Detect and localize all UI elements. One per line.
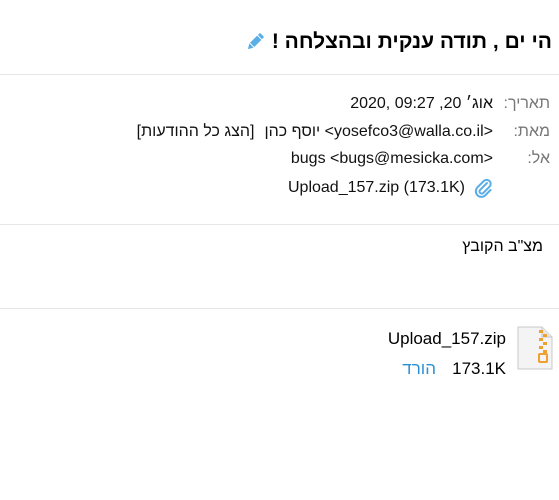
email-subject-header: הי ים , תודה ענקית ובהצלחה ! — [244, 24, 552, 60]
date-value: 2020, אוג׳ 20, 09:27 — [350, 95, 493, 112]
sender-address: יוסף כהן <yosefco3@walla.co.il> — [264, 123, 493, 140]
header-divider — [0, 74, 559, 75]
date-row: תאריך: 2020, אוג׳ 20, 09:27 — [0, 93, 559, 115]
attachment-summary-text: Upload_157.zip (173.1K) — [287, 179, 465, 196]
date-label: תאריך: — [503, 95, 550, 112]
to-value: bugs <bugs@mesicka.com> — [290, 150, 493, 167]
to-label: אל: — [527, 150, 550, 167]
email-body-text: מצ"ב הקובץ — [462, 238, 543, 255]
download-link[interactable]: הורד — [402, 359, 436, 379]
attachment-summary-row: Upload_157.zip (173.1K) — [0, 177, 559, 199]
zip-file-icon[interactable] — [517, 326, 553, 370]
body-divider — [0, 308, 559, 309]
email-subject: הי ים , תודה ענקית ובהצלחה ! — [271, 30, 552, 53]
from-label: מאת: — [513, 123, 550, 140]
show-all-messages-link[interactable]: [הצג כל ההודעות] — [137, 121, 255, 143]
from-value: יוסף כהן <yosefco3@walla.co.il> [הצג כל … — [137, 121, 493, 143]
pencil-edit-icon[interactable] — [244, 31, 266, 53]
paperclip-icon — [473, 177, 493, 199]
attachment-size: 173.1K — [452, 359, 506, 378]
from-row: מאת: יוסף כהן <yosefco3@walla.co.il> [הצ… — [0, 121, 559, 143]
email-view: הי ים , תודה ענקית ובהצלחה ! תאריך: 2020… — [0, 0, 559, 500]
meta-divider — [0, 224, 559, 225]
attachment-summary[interactable]: Upload_157.zip (173.1K) — [288, 177, 493, 199]
attachment-filename: Upload_157.zip — [387, 329, 506, 348]
to-row: אל: bugs <bugs@mesicka.com> — [0, 148, 559, 170]
